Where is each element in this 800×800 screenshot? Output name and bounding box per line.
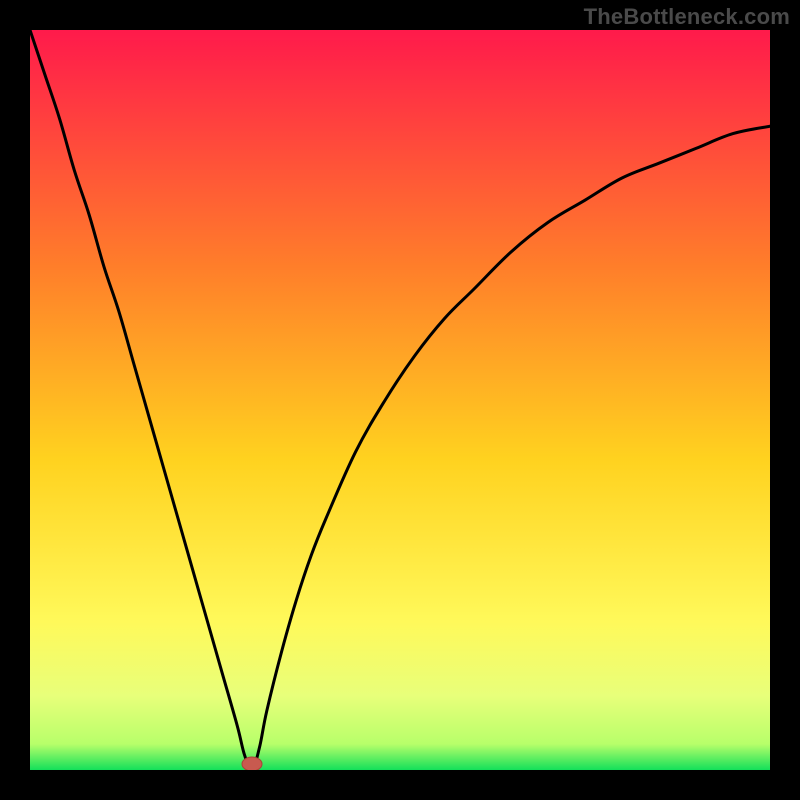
plot-area [30,30,770,770]
chart-svg [30,30,770,770]
chart-frame: TheBottleneck.com [0,0,800,800]
optimum-marker [242,757,262,770]
gradient-background [30,30,770,770]
watermark-text: TheBottleneck.com [584,4,790,30]
